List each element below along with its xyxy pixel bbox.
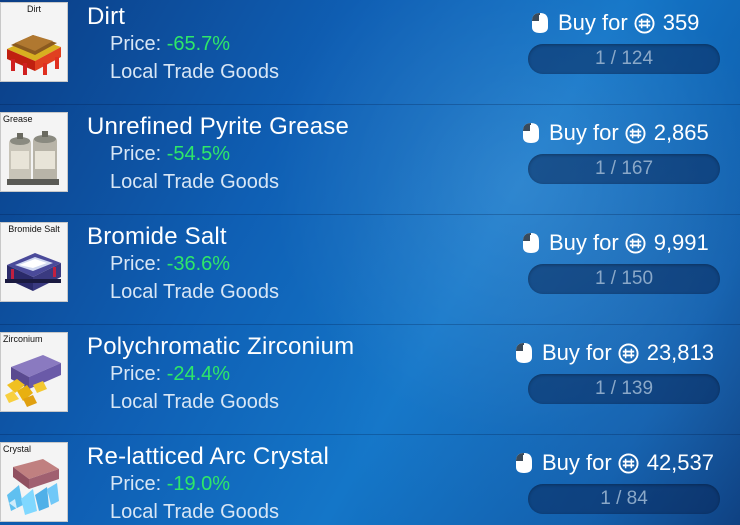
price-discount: -24.4%: [166, 363, 231, 385]
price-label: Price:: [110, 473, 167, 495]
buy-button[interactable]: Buy for 2,865: [519, 120, 709, 146]
price-discount: -54.5%: [166, 143, 231, 165]
buy-price: 42,537: [646, 450, 714, 475]
item-category: Local Trade Goods: [110, 391, 279, 413]
item-name: Re-latticed Arc Crystal: [87, 443, 329, 470]
item-name: Dirt: [87, 3, 126, 30]
units-currency-icon: [634, 12, 655, 34]
item-category: Local Trade Goods: [110, 281, 279, 303]
price-discount: -36.6%: [166, 253, 231, 275]
price-label: Price:: [110, 363, 167, 385]
item-category: Local Trade Goods: [110, 171, 279, 193]
item-name: Polychromatic Zirconium: [87, 333, 355, 360]
trade-item-row[interactable]: Bromide Salt Bromide Salt Price: -36.6% …: [0, 220, 740, 325]
mouse-click-icon: [532, 13, 548, 33]
price-label: Price:: [110, 143, 167, 165]
buy-price: 23,813: [646, 340, 714, 365]
buy-label: Buy for: [542, 450, 612, 475]
buy-price: 359: [662, 10, 700, 35]
units-currency-icon: [618, 342, 639, 364]
mouse-click-icon: [523, 123, 539, 143]
buy-button[interactable]: Buy for 359: [528, 10, 699, 36]
quantity-selector[interactable]: 1 / 167: [528, 154, 720, 184]
mouse-click-icon: [516, 453, 532, 473]
mouse-click-icon: [523, 233, 539, 253]
price-label: Price:: [110, 253, 167, 275]
price-label: Price:: [110, 33, 167, 55]
price-discount: -19.0%: [166, 473, 231, 495]
item-category: Local Trade Goods: [110, 61, 279, 83]
salt-crate-icon: [5, 253, 61, 291]
quantity-selector[interactable]: 1 / 139: [528, 374, 720, 404]
buy-button[interactable]: Buy for 42,537: [512, 450, 714, 476]
dirt-icon: [7, 35, 61, 75]
buy-label: Buy for: [549, 230, 619, 255]
item-name: Bromide Salt: [87, 223, 227, 250]
buy-button[interactable]: Buy for 9,991: [519, 230, 709, 256]
zirconium-case-icon: [5, 355, 61, 407]
thumbnail-label: Dirt: [27, 4, 41, 14]
units-currency-icon: [625, 232, 646, 254]
item-thumbnail: Crystal: [0, 442, 68, 522]
thumbnail-label: Bromide Salt: [8, 224, 60, 234]
buy-label: Buy for: [558, 10, 628, 35]
thumbnail-label: Grease: [3, 114, 33, 124]
trade-item-row[interactable]: Dirt Dirt Price: -65.7% Local Trade Good…: [0, 0, 740, 105]
buy-label: Buy for: [549, 120, 619, 145]
price-line: Price: -54.5%: [110, 143, 230, 166]
buy-price: 2,865: [653, 120, 709, 145]
item-thumbnail: Zirconium: [0, 332, 68, 412]
price-line: Price: -19.0%: [110, 473, 230, 496]
buy-label: Buy for: [542, 340, 612, 365]
quantity-selector[interactable]: 1 / 124: [528, 44, 720, 74]
price-line: Price: -24.4%: [110, 363, 230, 386]
thumbnail-label: Zirconium: [3, 334, 43, 344]
item-name: Unrefined Pyrite Grease: [87, 113, 350, 140]
trade-item-row[interactable]: Zirconium Polychromatic Zirconium Price:…: [0, 330, 740, 435]
price-line: Price: -36.6%: [110, 253, 230, 276]
price-line: Price: -65.7%: [110, 33, 230, 56]
item-thumbnail: Grease: [0, 112, 68, 192]
item-thumbnail: Bromide Salt: [0, 222, 68, 302]
price-discount: -65.7%: [166, 33, 231, 55]
item-thumbnail: Dirt: [0, 2, 68, 82]
quantity-selector[interactable]: 1 / 84: [528, 484, 720, 514]
trade-item-row[interactable]: Crystal Re-latticed Arc Crystal Price: -…: [0, 440, 740, 525]
grease-canisters-icon: [7, 131, 59, 185]
arc-crystal-icon: [7, 459, 59, 515]
mouse-click-icon: [516, 343, 532, 363]
thumbnail-label: Crystal: [3, 444, 32, 454]
item-category: Local Trade Goods: [110, 501, 279, 523]
quantity-selector[interactable]: 1 / 150: [528, 264, 720, 294]
units-currency-icon: [618, 452, 639, 474]
units-currency-icon: [625, 122, 646, 144]
trade-item-row[interactable]: Grease Unrefined Pyrite Grease Price: -5…: [0, 110, 740, 215]
buy-button[interactable]: Buy for 23,813: [512, 340, 714, 366]
buy-price: 9,991: [653, 230, 709, 255]
